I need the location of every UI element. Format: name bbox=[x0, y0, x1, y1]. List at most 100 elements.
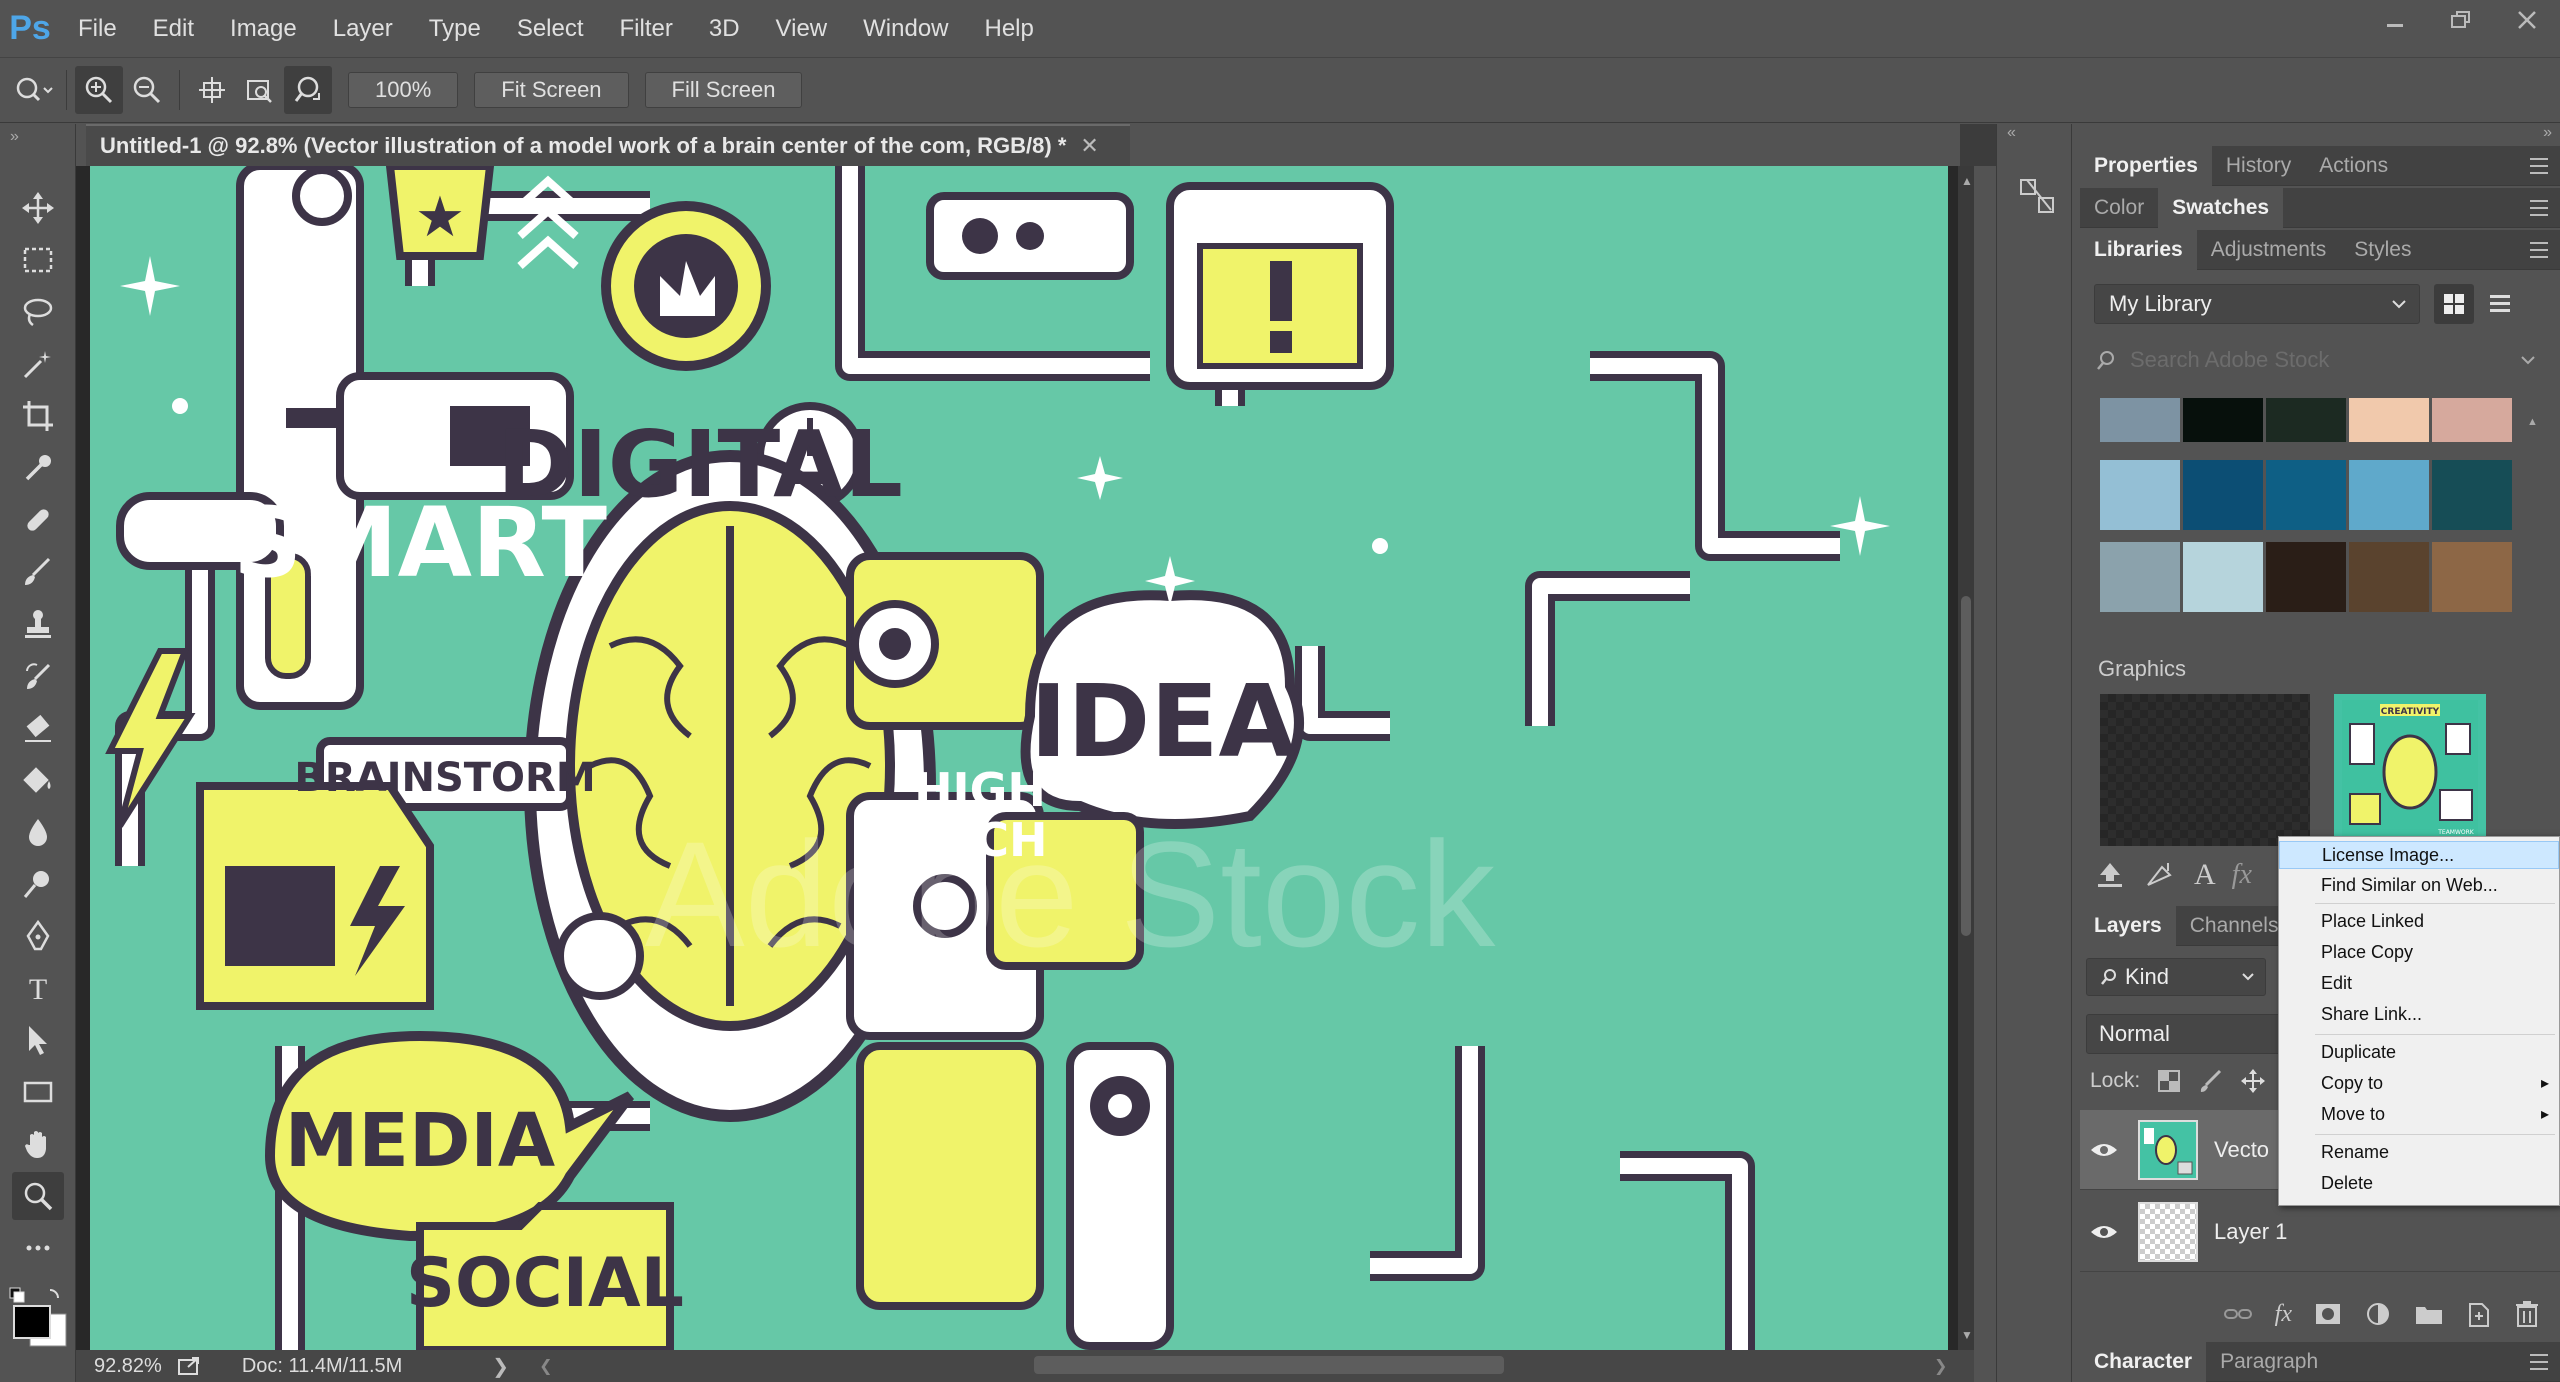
status-menu-arrow-icon[interactable]: ❯ bbox=[492, 1354, 509, 1379]
blur-tool[interactable] bbox=[12, 808, 64, 856]
trash-icon[interactable] bbox=[2514, 1300, 2540, 1328]
menu-copy-to[interactable]: Copy to ▸ bbox=[2279, 1069, 2559, 1097]
menu-place-copy[interactable]: Place Copy bbox=[2279, 938, 2559, 966]
menu-view[interactable]: View bbox=[758, 15, 846, 43]
panel-menu-icon[interactable] bbox=[2528, 1352, 2550, 1372]
graphic-thumbnail-empty[interactable] bbox=[2100, 694, 2310, 846]
healing-brush-tool[interactable] bbox=[12, 496, 64, 544]
color-swatch[interactable] bbox=[2432, 460, 2512, 530]
lock-transparency-icon[interactable] bbox=[2156, 1068, 2182, 1094]
collapse-tools-icon[interactable]: » bbox=[10, 128, 19, 146]
tab-layers[interactable]: Layers bbox=[2080, 905, 2176, 946]
history-brush-tool[interactable] bbox=[12, 652, 64, 700]
zoom-tool-preset[interactable] bbox=[10, 66, 58, 114]
scrubby-zoom-button[interactable] bbox=[284, 66, 332, 114]
upload-icon[interactable] bbox=[2094, 859, 2126, 891]
color-swatch[interactable] bbox=[2349, 460, 2429, 530]
restore-button[interactable] bbox=[2428, 0, 2494, 40]
scroll-up-icon[interactable]: ▲ bbox=[2527, 416, 2538, 428]
menu-edit[interactable]: Edit bbox=[135, 15, 212, 43]
pen-tool[interactable] bbox=[12, 912, 64, 960]
color-swatches[interactable] bbox=[6, 1284, 70, 1348]
close-window-button[interactable] bbox=[2494, 0, 2560, 40]
tab-libraries[interactable]: Libraries bbox=[2080, 229, 2197, 270]
hand-tool[interactable] bbox=[12, 1120, 64, 1168]
document-tab[interactable]: Untitled-1 @ 92.8% (Vector illustration … bbox=[86, 124, 1130, 166]
tab-history[interactable]: History bbox=[2212, 146, 2305, 186]
fill-screen-button[interactable]: Fill Screen bbox=[644, 72, 803, 108]
chevron-down-icon[interactable] bbox=[2520, 355, 2536, 365]
zoom-all-windows-button[interactable] bbox=[236, 66, 284, 114]
adjustment-layer-icon[interactable] bbox=[2364, 1300, 2392, 1328]
color-swatch[interactable] bbox=[2266, 398, 2346, 442]
tab-actions[interactable]: Actions bbox=[2305, 146, 2402, 186]
color-swatch[interactable] bbox=[2100, 460, 2180, 530]
crop-tool[interactable] bbox=[12, 392, 64, 440]
library-dropdown[interactable]: My Library bbox=[2094, 284, 2420, 324]
menu-help[interactable]: Help bbox=[967, 15, 1052, 43]
library-scrollbar[interactable]: ▲ bbox=[2524, 414, 2538, 928]
zoom-percent-field[interactable]: 100% bbox=[348, 72, 459, 108]
dodge-tool[interactable] bbox=[12, 860, 64, 908]
brush-tool[interactable] bbox=[12, 548, 64, 596]
menu-place-linked[interactable]: Place Linked bbox=[2279, 907, 2559, 935]
graphic-thumbnail-artwork[interactable]: CREATIVITY TEAMWORK bbox=[2334, 694, 2486, 846]
menu-find-similar[interactable]: Find Similar on Web... bbox=[2279, 871, 2559, 899]
color-swatch[interactable] bbox=[2349, 398, 2429, 442]
color-swatch[interactable] bbox=[2183, 398, 2263, 442]
magic-wand-tool[interactable] bbox=[12, 340, 64, 388]
panel-menu-icon[interactable] bbox=[2528, 156, 2550, 176]
rectangle-tool[interactable] bbox=[12, 1068, 64, 1116]
menu-edit-graphic[interactable]: Edit bbox=[2279, 969, 2559, 997]
eyedropper-tool[interactable] bbox=[12, 444, 64, 492]
visibility-toggle[interactable] bbox=[2080, 1140, 2128, 1160]
new-layer-icon[interactable] bbox=[2466, 1300, 2492, 1328]
tab-paragraph[interactable]: Paragraph bbox=[2206, 1342, 2332, 1382]
minimize-button[interactable] bbox=[2362, 0, 2428, 40]
zoom-in-button[interactable] bbox=[75, 66, 123, 114]
folder-icon[interactable] bbox=[2414, 1301, 2444, 1327]
blend-mode-dropdown[interactable]: Normal bbox=[2086, 1014, 2286, 1054]
link-layers-icon[interactable] bbox=[2223, 1302, 2253, 1326]
tab-properties[interactable]: Properties bbox=[2080, 145, 2212, 186]
zoom-out-button[interactable] bbox=[123, 66, 171, 114]
menu-license-image[interactable]: License Image... bbox=[2279, 841, 2559, 869]
zoom-tool[interactable] bbox=[12, 1172, 64, 1220]
fit-screen-button[interactable]: Fit Screen bbox=[474, 72, 629, 108]
search-stock-field[interactable]: Search Adobe Stock bbox=[2094, 340, 2544, 380]
menu-type[interactable]: Type bbox=[411, 15, 499, 43]
edit-toolbar-button[interactable] bbox=[12, 1224, 64, 1272]
menu-layer[interactable]: Layer bbox=[315, 15, 411, 43]
color-swatch[interactable] bbox=[2432, 542, 2512, 612]
menu-select[interactable]: Select bbox=[499, 15, 602, 43]
menu-delete[interactable]: Delete bbox=[2279, 1169, 2559, 1197]
add-layer-style-icon[interactable]: fx bbox=[2232, 859, 2252, 891]
vertical-scroll-thumb[interactable] bbox=[1961, 596, 1971, 936]
grid-view-button[interactable] bbox=[2434, 284, 2474, 324]
horizontal-scroll-thumb[interactable] bbox=[1034, 1356, 1504, 1374]
tab-channels[interactable]: Channels bbox=[2176, 906, 2293, 946]
color-swatch[interactable] bbox=[2349, 542, 2429, 612]
menu-move-to[interactable]: Move to ▸ bbox=[2279, 1100, 2559, 1128]
visibility-toggle[interactable] bbox=[2080, 1222, 2128, 1242]
close-document-icon[interactable]: ✕ bbox=[1080, 133, 1098, 159]
path-selection-tool[interactable] bbox=[12, 1016, 64, 1064]
expand-panels-icon[interactable]: « bbox=[2007, 124, 2016, 142]
add-character-style-icon[interactable]: A bbox=[2194, 858, 2216, 892]
menu-window[interactable]: Window bbox=[845, 15, 966, 43]
vertical-scrollbar[interactable]: ▲ ▼ bbox=[1958, 166, 1974, 1350]
layer-filter-kind[interactable]: Kind bbox=[2086, 958, 2266, 996]
tab-swatches[interactable]: Swatches bbox=[2158, 187, 2284, 228]
color-swatch[interactable] bbox=[2183, 542, 2263, 612]
marquee-tool[interactable] bbox=[12, 236, 64, 284]
color-swatch[interactable] bbox=[2183, 460, 2263, 530]
add-graphic-icon[interactable] bbox=[2144, 859, 2176, 891]
color-swatch[interactable] bbox=[2266, 542, 2346, 612]
add-mask-icon[interactable] bbox=[2314, 1302, 2342, 1326]
type-tool[interactable]: T bbox=[12, 964, 64, 1012]
tab-styles[interactable]: Styles bbox=[2340, 230, 2425, 270]
tab-color[interactable]: Color bbox=[2080, 188, 2158, 228]
scroll-up-icon[interactable]: ▲ bbox=[1961, 174, 1973, 188]
color-swatch[interactable] bbox=[2100, 398, 2180, 442]
color-swatch[interactable] bbox=[2432, 398, 2512, 442]
